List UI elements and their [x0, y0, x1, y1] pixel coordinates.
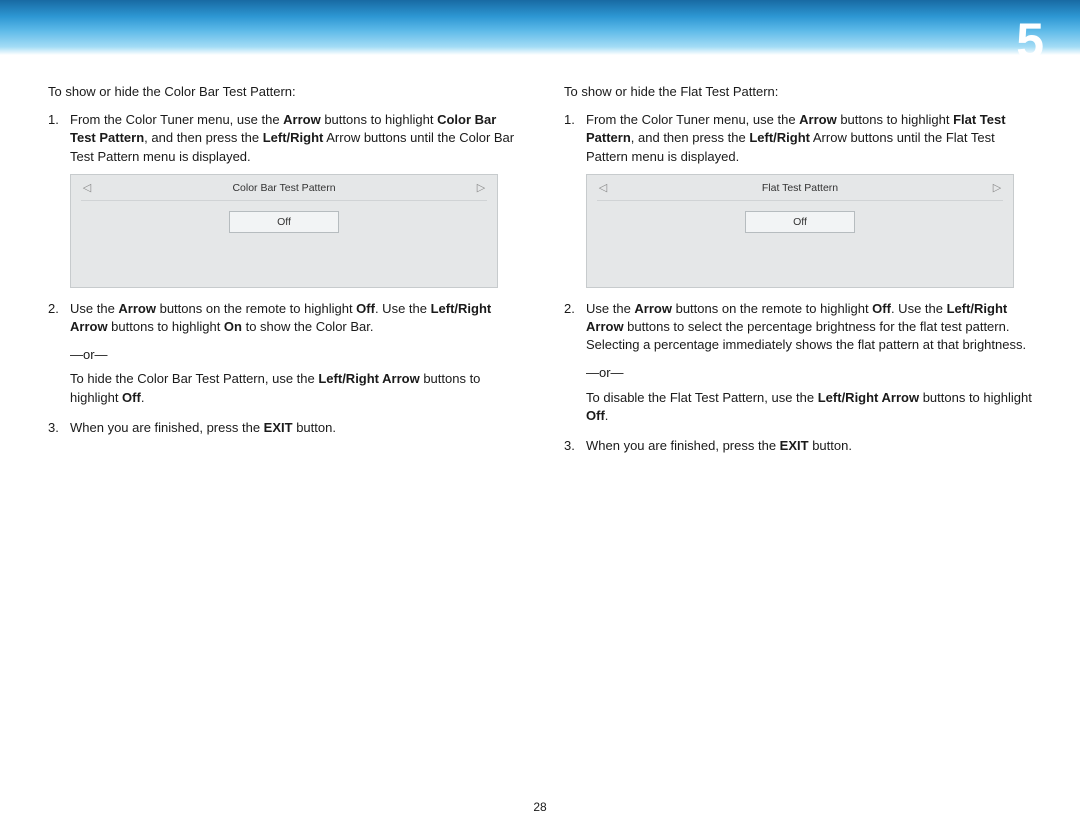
bold: Left/Right — [263, 130, 324, 145]
page-body: To show or hide the Color Bar Test Patte… — [0, 55, 1080, 467]
chapter-number: 5 — [1016, 6, 1044, 76]
menu-value-box: Off — [229, 211, 339, 233]
text-block: Use the Arrow buttons on the remote to h… — [70, 300, 516, 336]
bold: Left/Right Arrow — [818, 390, 919, 405]
bold: Off — [122, 390, 141, 405]
text: button. — [293, 420, 336, 435]
left-step-2: Use the Arrow buttons on the remote to h… — [48, 300, 516, 407]
text: button. — [809, 438, 852, 453]
bold: Left/Right — [749, 130, 810, 145]
text: buttons to highlight — [837, 112, 953, 127]
bold: Off — [872, 301, 891, 316]
menu-title: Color Bar Test Pattern — [93, 181, 475, 196]
arrow-left-icon: ◁ — [597, 181, 609, 196]
bold: Off — [356, 301, 375, 316]
bold: Arrow — [118, 301, 156, 316]
arrow-right-icon: ▷ — [475, 181, 487, 196]
text-block: To hide the Color Bar Test Pattern, use … — [70, 370, 516, 406]
text: buttons to highlight — [321, 112, 437, 127]
arrow-left-icon: ◁ — [81, 181, 93, 196]
text: . Use the — [375, 301, 431, 316]
text: From the Color Tuner menu, use the — [586, 112, 799, 127]
text: buttons on the remote to highlight — [672, 301, 872, 316]
text: To hide the Color Bar Test Pattern, use … — [70, 371, 318, 386]
menu-value-box: Off — [745, 211, 855, 233]
or-separator: —or— — [586, 364, 1032, 382]
bold: EXIT — [780, 438, 809, 453]
text: to show the Color Bar. — [242, 319, 374, 334]
chapter-header: 5 — [0, 0, 1080, 55]
text: buttons to select the percentage brightn… — [586, 319, 1026, 352]
page-number: 28 — [0, 799, 1080, 816]
right-step-1: From the Color Tuner menu, use the Arrow… — [564, 111, 1032, 288]
text-block: Use the Arrow buttons on the remote to h… — [586, 300, 1032, 355]
bold: Left/Right Arrow — [318, 371, 419, 386]
left-step-1: From the Color Tuner menu, use the Arrow… — [48, 111, 516, 288]
menu-title-row: ◁ Color Bar Test Pattern ▷ — [81, 181, 487, 201]
bold: Arrow — [283, 112, 321, 127]
text: When you are finished, press the — [586, 438, 780, 453]
right-intro: To show or hide the Flat Test Pattern: — [564, 83, 1032, 101]
text: To disable the Flat Test Pattern, use th… — [586, 390, 818, 405]
left-steps: From the Color Tuner menu, use the Arrow… — [48, 111, 516, 437]
text: When you are finished, press the — [70, 420, 264, 435]
right-column: To show or hide the Flat Test Pattern: F… — [564, 83, 1032, 467]
bold: Arrow — [634, 301, 672, 316]
color-bar-menu-panel: ◁ Color Bar Test Pattern ▷ Off — [70, 174, 498, 288]
right-step-2: Use the Arrow buttons on the remote to h… — [564, 300, 1032, 425]
text: From the Color Tuner menu, use the — [70, 112, 283, 127]
right-steps: From the Color Tuner menu, use the Arrow… — [564, 111, 1032, 455]
left-column: To show or hide the Color Bar Test Patte… — [48, 83, 516, 467]
bold: EXIT — [264, 420, 293, 435]
text: . — [141, 390, 145, 405]
left-intro: To show or hide the Color Bar Test Patte… — [48, 83, 516, 101]
text: . — [605, 408, 609, 423]
text: Use the — [586, 301, 634, 316]
bold: Arrow — [799, 112, 837, 127]
text: buttons to highlight — [919, 390, 1032, 405]
left-step-3: When you are finished, press the EXIT bu… — [48, 419, 516, 437]
menu-title-row: ◁ Flat Test Pattern ▷ — [597, 181, 1003, 201]
flat-pattern-menu-panel: ◁ Flat Test Pattern ▷ Off — [586, 174, 1014, 288]
text-block: To disable the Flat Test Pattern, use th… — [586, 389, 1032, 425]
text: buttons to highlight — [108, 319, 224, 334]
menu-title: Flat Test Pattern — [609, 181, 991, 196]
text: , and then press the — [631, 130, 750, 145]
text: buttons on the remote to highlight — [156, 301, 356, 316]
or-separator: —or— — [70, 346, 516, 364]
bold: Off — [586, 408, 605, 423]
text: . Use the — [891, 301, 947, 316]
arrow-right-icon: ▷ — [991, 181, 1003, 196]
bold: On — [224, 319, 242, 334]
text: , and then press the — [144, 130, 263, 145]
text: Use the — [70, 301, 118, 316]
right-step-3: When you are finished, press the EXIT bu… — [564, 437, 1032, 455]
